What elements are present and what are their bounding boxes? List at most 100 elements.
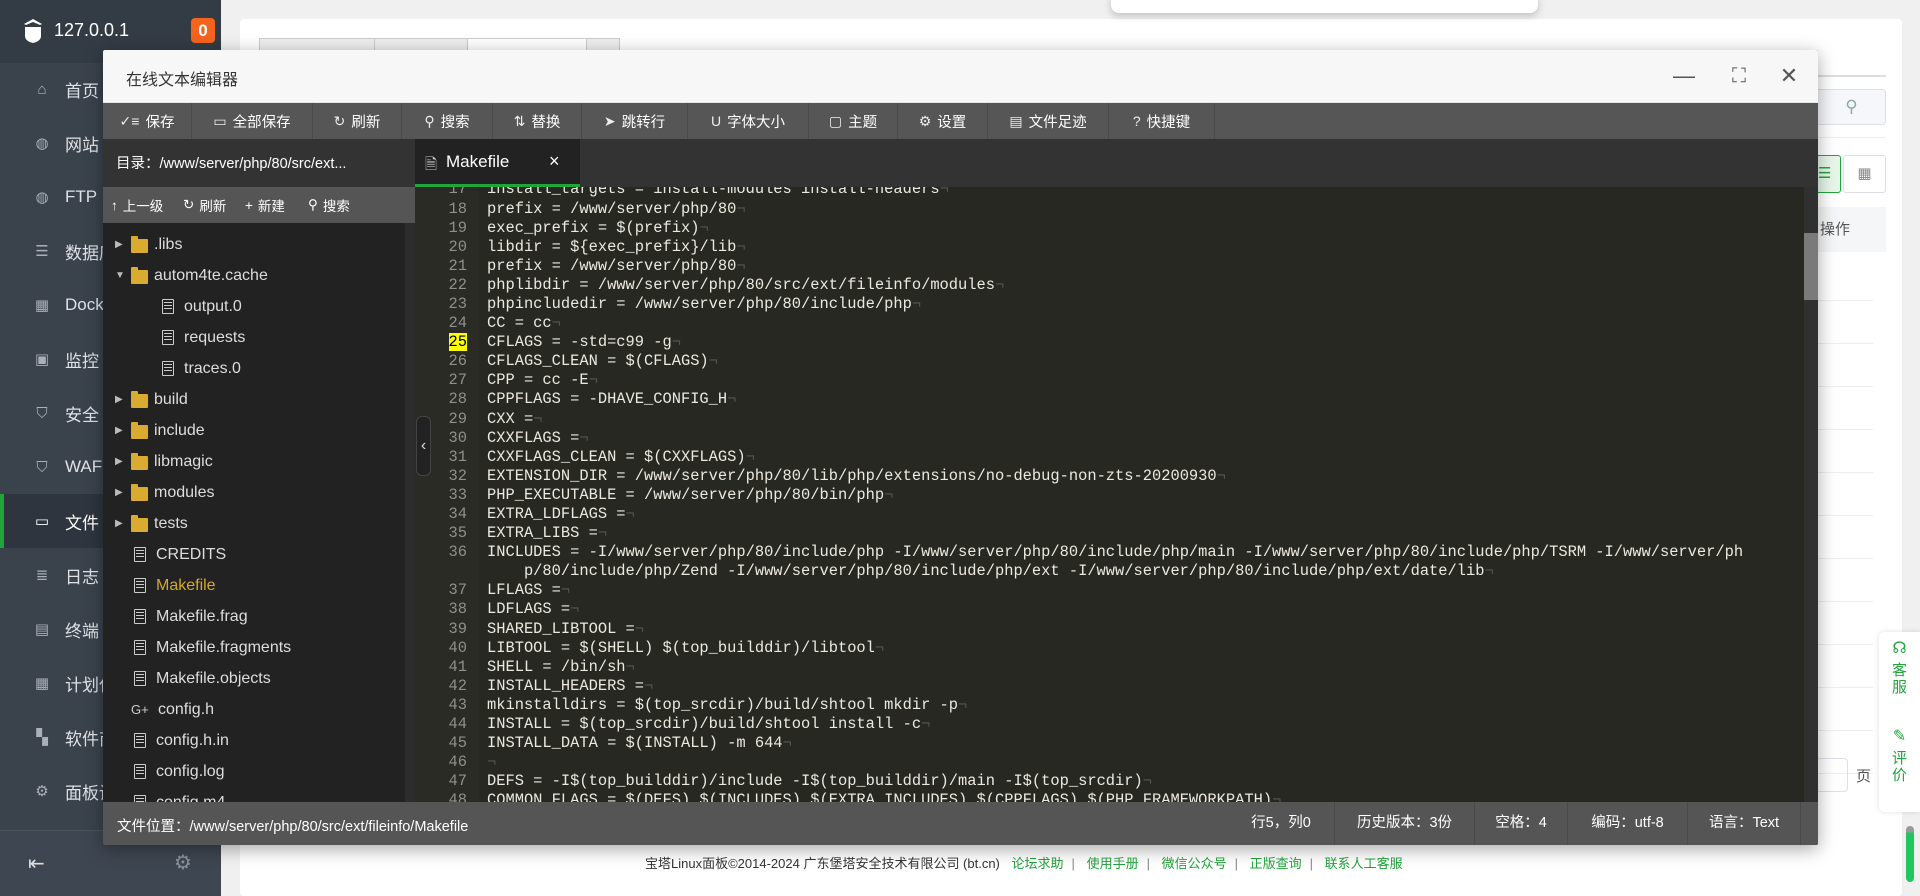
list-view-button[interactable]: ☰ [1818,155,1841,193]
table-row[interactable] [1818,343,1873,344]
code-line[interactable]: 22 phplibdir = /www/server/php/80/src/ext… [415,276,1804,295]
toolbar-save-button[interactable]: ✓≡ 保存 [103,103,192,139]
close-icon[interactable]: ✕ [1776,63,1802,89]
code-editor[interactable]: 17 install_targets = install-modules inst… [415,187,1818,802]
toolbar-history-button[interactable]: ▤ 文件足迹 [988,103,1109,139]
caret-right-icon[interactable]: ▶ [115,487,123,498]
footer-link-license[interactable]: 正版查询 [1250,856,1302,871]
table-row[interactable] [1818,558,1873,559]
page-input[interactable] [1818,758,1848,792]
encoding-setting[interactable]: 编码：utf-8 [1567,802,1687,845]
footer-link-wechat[interactable]: 微信公众号 [1162,856,1227,871]
search-button[interactable]: ⚲ [1818,89,1886,125]
code-line[interactable]: 32 EXTENSION_DIR = /www/server/php/80/lib… [415,467,1804,486]
tree-up-button[interactable]: ↑ 上一级 [111,187,163,223]
caret-right-icon[interactable]: ▶ [115,425,123,436]
table-row[interactable] [1818,730,1873,731]
caret-right-icon[interactable]: ▶ [115,239,123,250]
review-button[interactable]: 评价 [1891,750,1908,784]
caret-down-icon[interactable]: ▼ [115,270,125,281]
history-versions[interactable]: 历史版本：3份 [1334,802,1474,845]
code-line[interactable]: 37 LFLAGS =¬ [415,581,1804,600]
table-row[interactable] [1818,515,1873,516]
toolbar-settings-button[interactable]: ⚙ 设置 [898,103,988,139]
code-line[interactable]: 40 LIBTOOL = $(SHELL) $(top_builddir)/lib… [415,639,1804,658]
footer-link-manual[interactable]: 使用手册 [1087,856,1139,871]
tree-folder[interactable]: ▶ tests [103,508,405,539]
code-line[interactable]: 42 INSTALL_HEADERS =¬ [415,677,1804,696]
caret-right-icon[interactable]: ▶ [115,518,123,529]
code-line[interactable]: 43 mkinstalldirs = $(top_srcdir)/build/sh… [415,696,1804,715]
tab-makefile[interactable]: 🗎 Makefile × [415,139,580,187]
code-line[interactable]: 24 CC = cc¬ [415,314,1804,333]
collapse-menu-icon[interactable]: ⇤ [28,851,45,876]
tree-file[interactable]: Makefile.fragments [103,632,405,663]
code-line[interactable]: 19 exec_prefix = $(prefix)¬ [415,219,1804,238]
tree-folder[interactable]: ▼ autom4te.cache [103,260,405,291]
code-line[interactable]: 23 phpincludedir = /www/server/php/80/inc… [415,295,1804,314]
tree-folder[interactable]: ▶ include [103,415,405,446]
tree-file[interactable]: Makefile.frag [103,601,405,632]
tree-folder[interactable]: ▶ .libs [103,229,405,260]
code-line[interactable]: 21 prefix = /www/server/php/80¬ [415,257,1804,276]
code-line[interactable]: 20 libdir = ${exec_prefix}/lib¬ [415,238,1804,257]
server-host[interactable]: 127.0.0.1 [54,20,129,41]
collapse-tree-handle[interactable]: ‹ [416,416,431,476]
code-line[interactable]: 25 CFLAGS = -std=c99 -g¬ [415,333,1804,352]
tree-scrollbar[interactable] [405,223,415,835]
code-line[interactable]: 29 CXX =¬ [415,410,1804,429]
footer-link-forum[interactable]: 论坛求助 [1012,856,1064,871]
tree-folder[interactable]: ▶ modules [103,477,405,508]
tree-search-button[interactable]: ⚲ 搜索 [308,187,350,223]
tree-plus-button[interactable]: + 新建 [245,187,285,223]
code-line[interactable]: 41 SHELL = /bin/sh¬ [415,658,1804,677]
tree-file[interactable]: CREDITS [103,539,405,570]
tree-refresh-button[interactable]: ↻ 刷新 [183,187,226,223]
page-scrollbar[interactable] [1906,826,1914,882]
tree-file[interactable]: Makefile.objects [103,663,405,694]
code-line[interactable]: 45 INSTALL_DATA = $(INSTALL) -m 644¬ [415,734,1804,753]
indent-setting[interactable]: 空格：4 [1474,802,1567,845]
code-line[interactable]: 33 PHP_EXECUTABLE = /www/server/php/80/bi… [415,486,1804,505]
code-line[interactable]: 28 CPPFLAGS = -DHAVE_CONFIG_H¬ [415,390,1804,409]
table-row[interactable] [1818,429,1873,430]
caret-right-icon[interactable]: ▶ [115,456,123,467]
tree-file[interactable]: requests [103,322,405,353]
language-setting[interactable]: 语言：Text [1687,802,1801,845]
tree-file[interactable]: output.0 [103,291,405,322]
code-line[interactable]: 17 install_targets = install-modules inst… [415,187,1804,200]
toolbar-theme-button[interactable]: ▢ 主题 [809,103,898,139]
tree-file[interactable]: traces.0 [103,353,405,384]
tree-file[interactable]: Makefile [103,570,405,601]
code-line[interactable]: 46 ¬ [415,753,1804,772]
code-line[interactable]: 44 INSTALL = $(top_srcdir)/build/shtool i… [415,715,1804,734]
toolbar-refresh-button[interactable]: ↻ 刷新 [313,103,402,139]
settings-gear-icon[interactable]: ⚙ [174,850,192,875]
toolbar-font-size-button[interactable]: U 字体大小 [688,103,809,139]
fullscreen-icon[interactable]: ⛶ [1726,63,1752,89]
customer-service-button[interactable]: 客服 [1891,662,1908,696]
toolbar-search-button[interactable]: ⚲ 搜索 [402,103,493,139]
code-lines[interactable]: 17 install_targets = install-modules inst… [415,187,1804,802]
table-row[interactable] [1818,601,1873,602]
code-line[interactable]: 47 DEFS = -I$(top_builddir)/include -I$(t… [415,772,1804,791]
editor-scrollbar-thumb[interactable] [1804,233,1818,300]
code-line[interactable]: 39 SHARED_LIBTOOL =¬ [415,620,1804,639]
edit-icon[interactable]: ✎ [1879,728,1920,745]
code-line[interactable]: 48 COMMON_FLAGS = $(DEFS) $(INCLUDES) $(E… [415,791,1804,802]
table-row[interactable] [1818,472,1873,473]
code-line[interactable]: 38 LDFLAGS =¬ [415,600,1804,619]
toolbar-help-button[interactable]: ? 快捷键 [1109,103,1215,139]
tree-file[interactable]: config.h.in [103,725,405,756]
tab-close-icon[interactable]: × [549,151,560,172]
code-line[interactable]: 27 CPP = cc -E¬ [415,371,1804,390]
code-line[interactable]: 30 CXXFLAGS =¬ [415,429,1804,448]
code-line[interactable]: 31 CXXFLAGS_CLEAN = $(CXXFLAGS)¬ [415,448,1804,467]
tree-folder[interactable]: ▶ libmagic [103,446,405,477]
table-row[interactable] [1818,386,1873,387]
tree-file[interactable]: config.log [103,756,405,787]
code-line[interactable]: 26 CFLAGS_CLEAN = $(CFLAGS)¬ [415,352,1804,371]
headset-icon[interactable]: ☊ [1879,640,1920,657]
code-line[interactable]: 36 INCLUDES = -I/www/server/php/80/includ… [415,543,1804,581]
code-line[interactable]: 18 prefix = /www/server/php/80¬ [415,200,1804,219]
